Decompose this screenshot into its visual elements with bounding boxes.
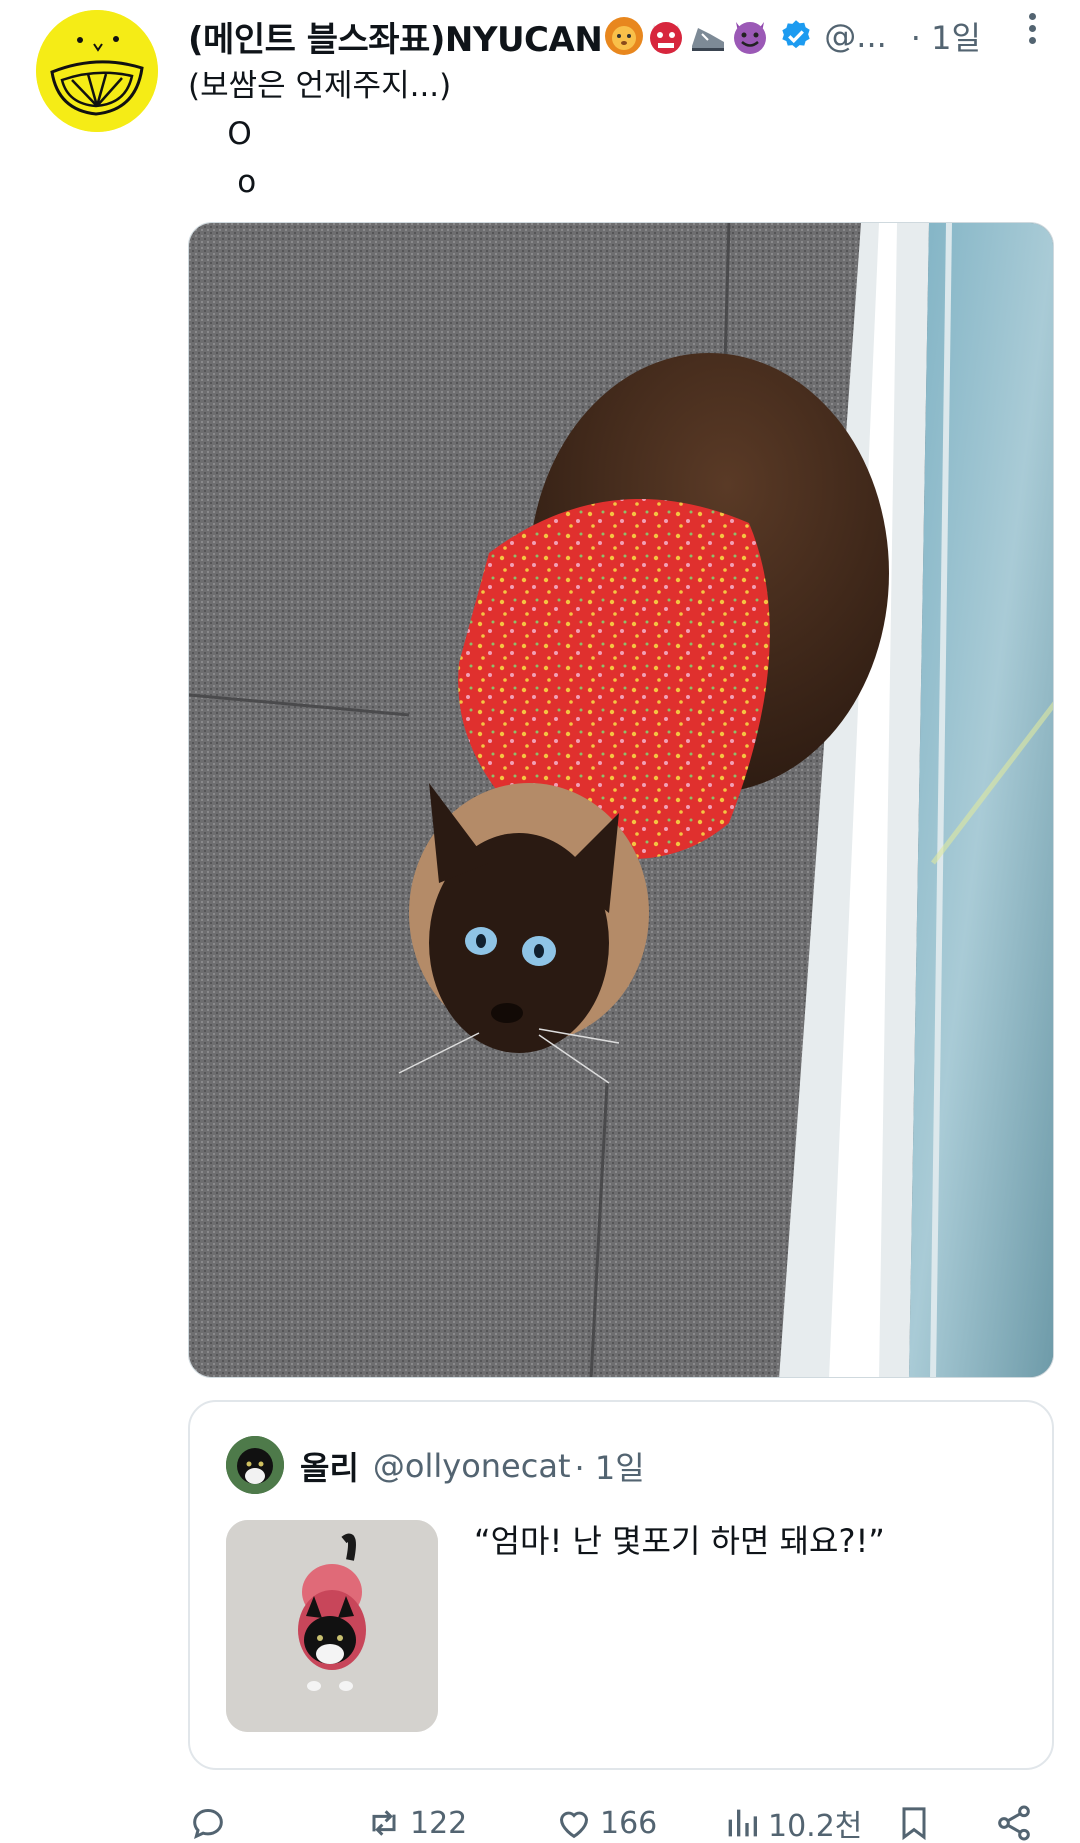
verified-badge-icon bbox=[778, 18, 814, 54]
quoted-author-handle[interactable]: @ollyonecat bbox=[373, 1447, 571, 1485]
tweet-text-line: o bbox=[188, 164, 257, 200]
author-avatar[interactable] bbox=[36, 10, 158, 132]
retweet-count: 122 bbox=[410, 1805, 468, 1841]
ogre-icon bbox=[646, 16, 686, 56]
retweet-icon bbox=[372, 1810, 396, 1836]
quoted-tweet-timestamp[interactable]: · 1일 bbox=[574, 1443, 644, 1489]
quoted-tweet-header: 올리 @ollyonecat · 1일 bbox=[300, 1438, 645, 1494]
tweet-text-line: O bbox=[188, 116, 252, 152]
smiling-devil-icon bbox=[730, 16, 770, 56]
tweet-header: (메인트 블스좌표)NYUCAN @... · 1일 bbox=[188, 8, 1080, 64]
tweet-photo[interactable] bbox=[188, 222, 1054, 1378]
retweet-button[interactable]: 122 bbox=[364, 1798, 467, 1843]
views-button[interactable]: 10.2천 bbox=[722, 1798, 862, 1843]
views-count: 10.2천 bbox=[768, 1809, 863, 1843]
tweet-text: (보쌈은 언제주지...) O o bbox=[188, 62, 451, 206]
quoted-tweet-card[interactable]: 올리 @ollyonecat · 1일 “엄마! 난 몇포기 하면 돼요?!” bbox=[188, 1400, 1054, 1770]
running-shoe-icon bbox=[688, 16, 728, 56]
like-button[interactable]: 166 bbox=[554, 1798, 657, 1843]
bookmark-button[interactable] bbox=[894, 1798, 934, 1843]
author-display-name[interactable]: (메인트 블스좌표)NYUCAN bbox=[188, 12, 603, 61]
reply-button[interactable] bbox=[188, 1798, 228, 1843]
lion-face-icon bbox=[604, 16, 644, 56]
reply-bubble-icon bbox=[193, 1808, 223, 1840]
quoted-tweet-text: “엄마! 난 몇포기 하면 돼요?!” bbox=[474, 1522, 885, 1560]
quoted-author-avatar[interactable] bbox=[226, 1436, 284, 1494]
tweet-timestamp[interactable]: · 1일 bbox=[911, 13, 981, 59]
author-handle[interactable]: @... bbox=[824, 17, 887, 55]
share-button[interactable] bbox=[994, 1798, 1034, 1843]
bar-chart-icon bbox=[728, 1809, 757, 1837]
quoted-tweet-thumbnail[interactable] bbox=[226, 1520, 438, 1732]
tweet-text-line: (보쌈은 언제주지...) bbox=[188, 68, 452, 104]
quoted-author-name[interactable]: 올리 bbox=[300, 1443, 359, 1489]
tweet-action-bar: 122 166 10.2천 bbox=[188, 1798, 1054, 1843]
heart-icon bbox=[559, 1811, 589, 1839]
share-icon bbox=[998, 1805, 1030, 1841]
more-options-icon[interactable] bbox=[1022, 8, 1042, 52]
like-count: 166 bbox=[600, 1805, 658, 1841]
bookmark-icon bbox=[902, 1807, 926, 1841]
